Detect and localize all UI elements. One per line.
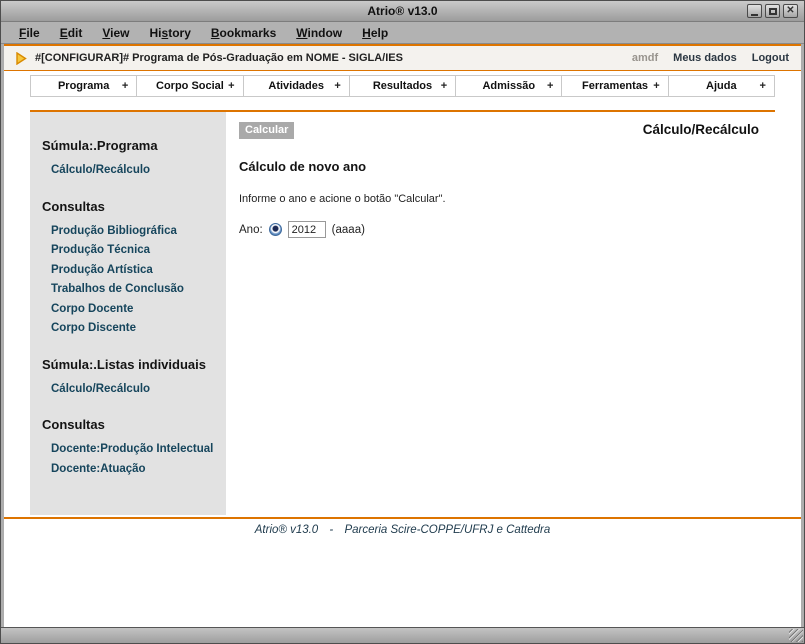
sidebar-link-calculo-recalculo-1[interactable]: Cálculo/Recálculo [51,165,226,177]
sidebar-link-corpo-docente[interactable]: Corpo Docente [51,304,226,316]
tab-atividades[interactable]: Atividades+ [243,75,350,97]
header-right: amdf Meus dados Logout [632,52,789,64]
arrow-icon [16,52,27,65]
footer-app: Atrio® v13.0 [255,524,318,536]
status-bar [1,627,804,643]
minimize-icon [751,14,758,16]
tab-ajuda[interactable]: Ajuda+ [668,75,775,97]
close-button[interactable]: ✕ [783,4,798,18]
sidebar-link-corpo-discente[interactable]: Corpo Discente [51,323,226,335]
tab-ferramentas[interactable]: Ferramentas+ [561,75,668,97]
sidebar-link-docente-atuacao[interactable]: Docente:Atuação [51,464,226,476]
sidebar-link-producao-bibliografica[interactable]: Produção Bibliográfica [51,226,226,238]
menu-bookmarks[interactable]: Bookmarks [201,26,286,40]
year-input[interactable] [288,221,326,238]
plus-icon: + [228,76,234,96]
breadcrumb: #[CONFIGURAR]# Programa de Pós-Graduação… [35,52,403,64]
page-title: Cálculo/Recálculo [643,122,759,137]
sidebar: Súmula:.Programa Cálculo/Recálculo Consu… [30,112,226,515]
nav-tabs: Programa+ Corpo Social+ Atividades+ Resu… [30,75,775,97]
sidebar-link-docente-producao-intelectual[interactable]: Docente:Produção Intelectual [51,444,226,456]
sidebar-heading-sumula-programa: Súmula:.Programa [42,138,226,153]
tab-corpo-social[interactable]: Corpo Social+ [136,75,243,97]
minimize-button[interactable] [747,4,762,18]
window-title: Atrio® v13.0 [1,4,804,18]
logout-link[interactable]: Logout [752,52,789,64]
plus-icon: + [334,76,340,96]
close-icon: ✕ [786,6,794,16]
username: amdf [632,52,658,64]
year-radio[interactable] [269,223,282,236]
menu-help[interactable]: Help [352,26,398,40]
year-label: Ano: [239,224,263,236]
window-controls: ✕ [747,4,798,18]
tab-resultados[interactable]: Resultados+ [349,75,456,97]
sidebar-heading-consultas-2: Consultas [42,417,226,432]
calcular-button[interactable]: Calcular [239,122,294,139]
menu-history[interactable]: History [140,26,201,40]
plus-icon: + [122,76,128,96]
year-format-hint: (aaaa) [332,224,365,236]
plus-icon: + [547,76,553,96]
instruction-text: Informe o ano e acione o botão "Calcular… [239,193,759,205]
tab-admissao[interactable]: Admissão+ [455,75,562,97]
main-panel: Calcular Cálculo/Recálculo Cálculo de no… [226,112,775,515]
sidebar-link-trabalhos-conclusao[interactable]: Trabalhos de Conclusão [51,284,226,296]
maximize-icon [769,8,777,15]
menu-file[interactable]: File [9,26,50,40]
section-heading: Cálculo de novo ano [239,159,759,174]
content-area: Súmula:.Programa Cálculo/Recálculo Consu… [30,112,775,515]
sidebar-heading-sumula-listas: Súmula:.Listas individuais [42,357,226,372]
menu-window[interactable]: Window [286,26,352,40]
maximize-button[interactable] [765,4,780,18]
footer: Atrio® v13.0 - Parceria Scire-COPPE/UFRJ… [4,519,801,536]
sidebar-link-producao-artistica[interactable]: Produção Artística [51,265,226,277]
browser-viewport: #[CONFIGURAR]# Programa de Pós-Graduação… [4,44,801,627]
resize-grip-icon[interactable] [789,629,803,642]
menu-view[interactable]: View [92,26,139,40]
sidebar-heading-consultas-1: Consultas [42,199,226,214]
app-header: #[CONFIGURAR]# Programa de Pós-Graduação… [4,44,801,71]
footer-separator: - [329,524,333,536]
sidebar-link-producao-tecnica[interactable]: Produção Técnica [51,245,226,257]
footer-partner: Parceria Scire-COPPE/UFRJ e Cattedra [344,524,550,536]
window-titlebar[interactable]: Atrio® v13.0 ✕ [1,1,804,22]
nav-tabs-strip: Programa+ Corpo Social+ Atividades+ Resu… [4,71,801,102]
menu-edit[interactable]: Edit [50,26,93,40]
plus-icon: + [760,76,766,96]
app-window: Atrio® v13.0 ✕ File Edit View History Bo… [0,0,805,644]
plus-icon: + [653,76,659,96]
tab-programa[interactable]: Programa+ [30,75,137,97]
my-data-link[interactable]: Meus dados [673,52,737,64]
menu-bar: File Edit View History Bookmarks Window … [1,22,804,44]
year-form-row: Ano: (aaaa) [239,221,759,238]
sidebar-link-calculo-recalculo-2[interactable]: Cálculo/Recálculo [51,384,226,396]
plus-icon: + [441,76,447,96]
